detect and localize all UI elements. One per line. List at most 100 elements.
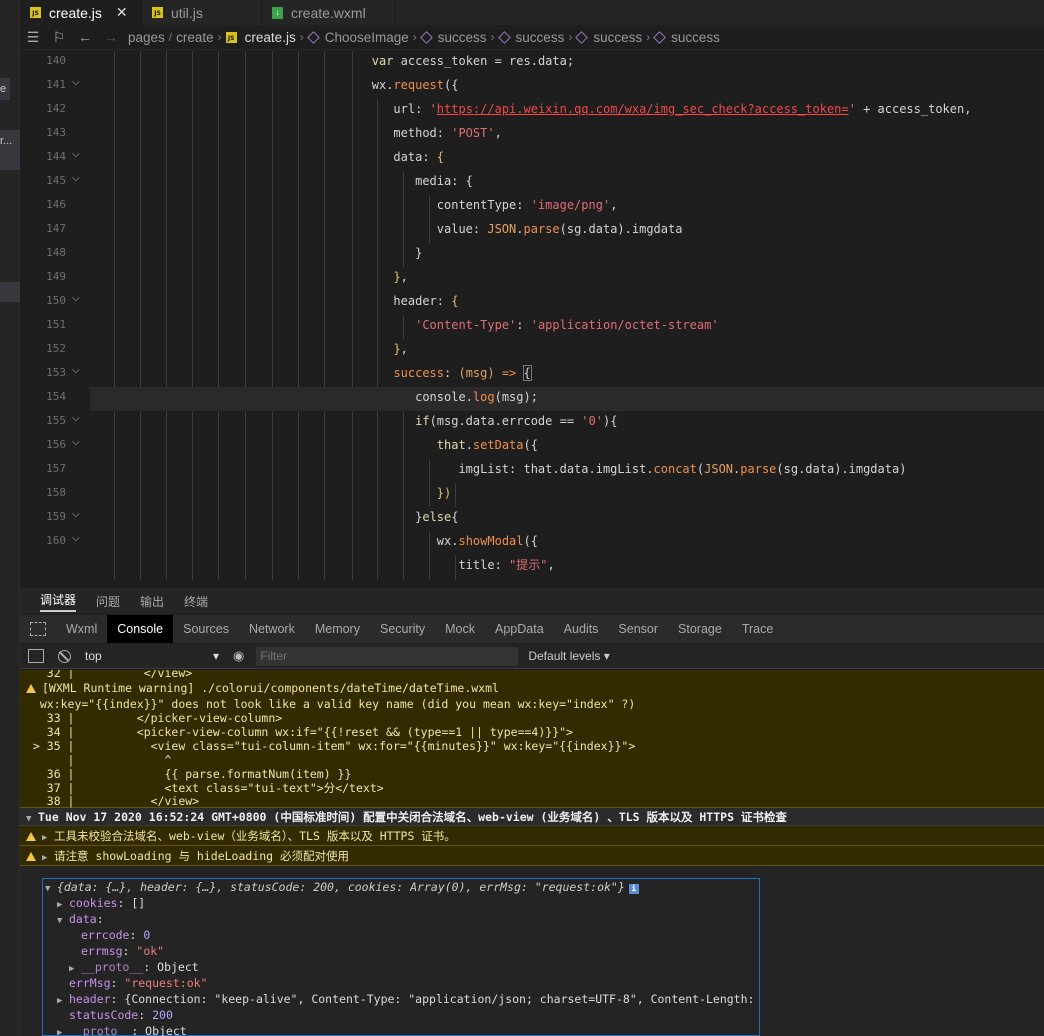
js-file-icon: JS	[225, 31, 237, 43]
console-warning[interactable]: ▶ 请注意 showLoading 与 hideLoading 必须配对使用	[20, 846, 1044, 866]
tab-mock[interactable]: Mock	[435, 615, 485, 643]
tab-label: util.js	[171, 4, 203, 21]
code-line: if(msg.data.errcode == '0'){	[415, 414, 618, 428]
tab-trace[interactable]: Trace	[732, 615, 784, 643]
expand-arrow-icon[interactable]: ▼	[45, 881, 57, 897]
bookmark-icon[interactable]: ⚐	[46, 29, 72, 46]
tab-create-wxml[interactable]: ↓ create.wxml	[262, 0, 396, 25]
chevron-right-icon: ›	[217, 30, 222, 44]
wxml-file-icon: ↓	[272, 6, 283, 19]
tab-appdata[interactable]: AppData	[485, 615, 554, 643]
object-property[interactable]: ▶ __proto__: Object	[43, 959, 759, 975]
tab-problems[interactable]: 问题	[96, 593, 120, 610]
object-summary[interactable]: ▼ {data: {…}, header: {…}, statusCode: 20…	[43, 879, 759, 895]
tab-terminal[interactable]: 终端	[184, 593, 208, 610]
back-arrow-icon[interactable]: ←	[72, 29, 98, 45]
fold-toggle-icon[interactable]: ⌵	[72, 509, 80, 520]
log-levels-select[interactable]: Default levels ▾	[528, 649, 609, 663]
breadcrumb-item[interactable]: success	[516, 30, 565, 45]
tab-util-js[interactable]: JS util.js	[142, 0, 262, 25]
tab-sensor[interactable]: Sensor	[608, 615, 668, 643]
explorer-item[interactable]: e	[0, 78, 10, 100]
line-number: 158	[46, 486, 66, 499]
property-value: : Object	[131, 1024, 187, 1036]
logged-object[interactable]: ▼ {data: {…}, header: {…}, statusCode: 20…	[42, 878, 760, 1036]
eye-icon[interactable]: ◉	[233, 648, 244, 664]
object-property[interactable]: ▶ header: {Connection: "keep-alive", Cont…	[43, 991, 759, 1007]
breadcrumb-item[interactable]: success	[593, 30, 642, 45]
object-property[interactable]: ▶ __proto__: Object	[43, 1023, 759, 1036]
property-value: : []	[117, 896, 146, 910]
context-select[interactable]: top ▾	[85, 649, 225, 663]
expand-arrow-icon[interactable]: ▶	[42, 848, 54, 868]
line-number: 150	[46, 294, 66, 307]
line-number: 144	[46, 150, 66, 163]
close-icon[interactable]: ✕	[116, 4, 128, 21]
warning-line: 36 | {{ parse.formatNum(item) }}	[26, 767, 352, 781]
chevron-right-icon: ›	[412, 30, 417, 44]
console-group-header[interactable]: ▼ Tue Nov 17 2020 16:52:24 GMT+0800 (中国标准…	[20, 808, 1044, 826]
fold-toggle-icon[interactable]: ⌵	[72, 149, 80, 160]
info-icon[interactable]: i	[628, 884, 639, 894]
code-editor[interactable]: 140 141 ⌵ 142 143 144 ⌵ 145 ⌵ 146 147 148 149 150 ⌵ 151…	[20, 51, 1044, 580]
fold-toggle-icon[interactable]: ⌵	[72, 437, 80, 448]
fold-toggle-icon[interactable]: ⌵	[72, 293, 80, 304]
object-property[interactable]: ▼ data:	[43, 911, 759, 927]
property-key: errcode	[81, 928, 130, 942]
tab-audits[interactable]: Audits	[554, 615, 609, 643]
tab-security[interactable]: Security	[370, 615, 435, 643]
tab-network[interactable]: Network	[239, 615, 305, 643]
line-number: 142	[46, 102, 66, 115]
fold-toggle-icon[interactable]: ⌵	[72, 173, 80, 184]
tab-output[interactable]: 输出	[140, 593, 164, 610]
breadcrumb-item[interactable]: create	[176, 30, 214, 45]
expand-arrow-icon[interactable]: ▶	[57, 993, 69, 1007]
breadcrumb-item[interactable]: pages	[128, 30, 165, 45]
console-warning[interactable]: ▶ 工具未校验合法域名、web-view（业务域名）、TLS 版本以及 HTTPS…	[20, 826, 1044, 846]
breadcrumb-item[interactable]: success	[671, 30, 720, 45]
forward-arrow-icon[interactable]: →	[98, 29, 124, 45]
fold-toggle-icon[interactable]: ⌵	[72, 533, 80, 544]
tab-memory[interactable]: Memory	[305, 615, 370, 643]
explorer-item[interactable]: r...	[0, 130, 20, 152]
breadcrumb-item[interactable]: success	[438, 30, 487, 45]
breadcrumb-item[interactable]: create.js	[245, 30, 296, 45]
object-property[interactable]: ▶ cookies: []	[43, 895, 759, 911]
chevron-right-icon: ›	[568, 30, 573, 44]
line-number: 146	[46, 198, 66, 211]
tab-console[interactable]: Console	[107, 615, 174, 643]
property-key: errMsg	[69, 976, 111, 990]
tab-debugger[interactable]: 调试器	[40, 591, 77, 612]
fold-toggle-icon[interactable]: ⌵	[72, 77, 80, 88]
breadcrumb-item[interactable]: ChooseImage	[325, 30, 409, 45]
method-icon	[575, 30, 589, 44]
warning-title-text: [WXML Runtime warning] ./colorui/compone…	[42, 681, 499, 695]
tab-storage[interactable]: Storage	[668, 615, 732, 643]
explorer-item-active[interactable]	[0, 282, 20, 302]
console-filter-input[interactable]	[256, 646, 519, 666]
expand-arrow-icon[interactable]: ▼	[57, 913, 69, 929]
code-line: that.setData({	[436, 438, 538, 452]
warning-line: 32 | </view>	[26, 670, 193, 679]
tab-create-js[interactable]: JS create.js ✕	[20, 0, 142, 25]
tab-sources[interactable]: Sources	[173, 615, 239, 643]
sidebar-toggle-icon[interactable]	[28, 649, 44, 663]
warning-text: 请注意 showLoading 与 hideLoading 必须配对使用	[54, 849, 350, 863]
expand-arrow-icon[interactable]: ▶	[57, 1025, 69, 1036]
code-line: header: {	[90, 294, 459, 308]
explorer-item-selected[interactable]	[0, 150, 20, 170]
line-number: 160	[46, 534, 66, 547]
code-area[interactable]: var access_token = res.data; wx.request(…	[90, 51, 1044, 580]
list-icon[interactable]: ☰	[20, 29, 46, 46]
warning-line: 38 | </view>	[26, 794, 200, 808]
console-output[interactable]: 32 | </view> [WXML Runtime warning] ./co…	[20, 670, 1044, 1036]
clear-console-icon[interactable]	[58, 649, 71, 663]
code-line: }else{	[90, 510, 459, 524]
line-number: 157	[46, 462, 66, 475]
inspect-element-icon[interactable]	[30, 622, 46, 636]
fold-toggle-icon[interactable]: ⌵	[72, 413, 80, 424]
fold-toggle-icon[interactable]: ⌵	[72, 365, 80, 376]
expand-arrow-icon[interactable]: ▶	[42, 828, 54, 848]
line-number: 141	[46, 78, 66, 91]
tab-wxml[interactable]: Wxml	[56, 615, 107, 643]
